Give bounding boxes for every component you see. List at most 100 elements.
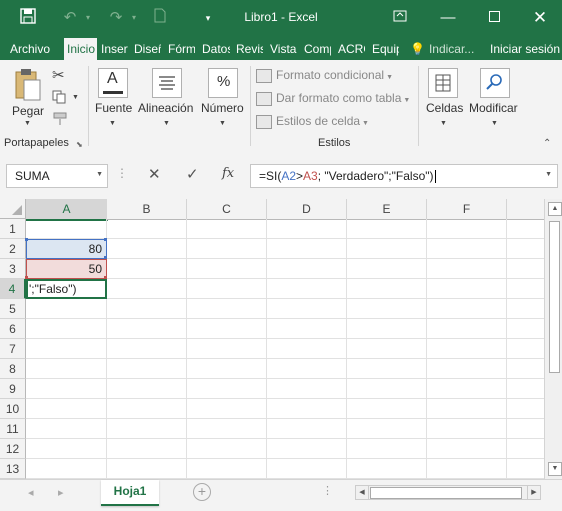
row-header-4[interactable]: 4	[0, 279, 26, 299]
name-box[interactable]: SUMA ▼	[6, 164, 108, 188]
column-header-c[interactable]: C	[187, 199, 267, 220]
row-header-1[interactable]: 1	[0, 219, 26, 239]
row-header-11[interactable]: 11	[0, 419, 26, 439]
number-dropdown-icon[interactable]: ▼	[219, 120, 226, 127]
column-header-b[interactable]: B	[107, 199, 187, 220]
insert-function-icon[interactable]: fx	[222, 166, 234, 181]
scroll-splitter-icon[interactable]: ⋮	[322, 484, 333, 497]
tab-complementos[interactable]: Complementos	[304, 38, 331, 60]
column-header-g[interactable]	[507, 199, 544, 220]
divider	[418, 66, 419, 146]
ribbon: Pegar ▼ ✂ ▼ Portapapeles ⬊ A Fuente ▼ Al…	[0, 60, 562, 154]
sheet-tab-hoja1[interactable]: Hoja1	[101, 480, 159, 506]
font-dropdown-icon[interactable]: ▼	[109, 120, 116, 127]
cells-button-label[interactable]: Celdas	[426, 101, 463, 115]
editing-dropdown-icon[interactable]: ▼	[491, 120, 498, 127]
formula-part: ; "Verdadero";"Falso")	[317, 169, 434, 183]
cell-styles-button[interactable]: Estilos de celda ▼	[256, 114, 369, 132]
row-header-6[interactable]: 6	[0, 319, 26, 339]
cut-icon[interactable]: ✂	[52, 66, 65, 84]
minimize-icon[interactable]: —	[438, 8, 458, 28]
collapse-ribbon-icon[interactable]: ⌃	[543, 138, 551, 149]
close-icon[interactable]: ✕	[530, 8, 550, 28]
tab-insertar[interactable]: Insertar	[101, 38, 128, 60]
row-header-2[interactable]: 2	[0, 239, 26, 259]
column-header-e[interactable]: E	[347, 199, 427, 220]
conditional-formatting-button[interactable]: Formato condicional ▼	[256, 68, 393, 86]
number-button-label[interactable]: Número	[201, 101, 244, 115]
copy-dropdown-icon[interactable]: ▼	[72, 94, 79, 101]
scroll-left-icon[interactable]: ◀	[356, 486, 369, 499]
alignment-button-label[interactable]: Alineación	[138, 101, 193, 115]
vertical-scroll-thumb[interactable]	[549, 221, 560, 373]
paste-dropdown-icon[interactable]: ▼	[24, 120, 31, 127]
maximize-icon[interactable]	[484, 8, 504, 28]
column-header-d[interactable]: D	[267, 199, 347, 220]
tab-archivo[interactable]: Archivo	[10, 38, 64, 60]
clipboard-group-label: Portapapeles	[4, 137, 69, 149]
row-header-5[interactable]: 5	[0, 299, 26, 319]
next-sheet-icon[interactable]: ▸	[58, 486, 64, 499]
sheet-tab-bar: ◂ ▸ Hoja1 + ⋮ ◀ ▶	[0, 479, 562, 511]
format-as-table-button[interactable]: Dar formato como tabla ▼	[256, 91, 410, 109]
copy-icon[interactable]	[52, 90, 68, 107]
scroll-down-icon[interactable]: ▼	[548, 462, 562, 476]
name-box-dropdown-icon[interactable]: ▼	[96, 171, 103, 178]
name-box-value: SUMA	[15, 169, 50, 183]
horizontal-scrollbar[interactable]: ◀ ▶	[355, 485, 541, 500]
vertical-scrollbar[interactable]: ▲ ▼	[544, 199, 562, 479]
font-button-label[interactable]: Fuente	[95, 101, 132, 115]
tell-me-search[interactable]: 💡 Indicar...	[410, 38, 480, 60]
cell-a4-active[interactable]: ';"Falso")	[26, 279, 107, 299]
add-sheet-icon[interactable]: +	[193, 483, 211, 501]
tab-inicio[interactable]: Inicio	[64, 38, 97, 60]
editing-button-label[interactable]: Modificar	[469, 101, 518, 115]
ribbon-display-options-icon[interactable]	[390, 8, 410, 28]
cells-dropdown-icon[interactable]: ▼	[440, 120, 447, 127]
expand-formula-bar-icon[interactable]: ▼	[545, 171, 552, 178]
number-format-icon[interactable]: %	[208, 68, 238, 98]
row-header-10[interactable]: 10	[0, 399, 26, 419]
cancel-icon[interactable]: ✕	[148, 165, 161, 183]
tab-datos[interactable]: Datos	[202, 38, 230, 60]
scroll-up-icon[interactable]: ▲	[548, 202, 562, 216]
formula-input[interactable]: =SI(A2>A3; "Verdadero";"Falso") ▼	[250, 164, 558, 188]
tab-acrobat[interactable]: ACROBAT	[338, 38, 365, 60]
enter-icon[interactable]: ✓	[186, 165, 199, 183]
sign-in-link[interactable]: Iniciar sesión	[490, 38, 562, 60]
formula-ref-a3: A3	[303, 169, 318, 183]
alignment-icon[interactable]	[152, 68, 182, 98]
previous-sheet-icon[interactable]: ◂	[28, 486, 34, 499]
select-all-corner[interactable]	[0, 199, 26, 219]
conditional-formatting-icon	[256, 68, 272, 83]
cell-a2[interactable]: 80	[26, 239, 107, 259]
tab-diseno[interactable]: Diseño	[134, 38, 161, 60]
alignment-dropdown-icon[interactable]: ▼	[163, 120, 170, 127]
tab-formulas[interactable]: Fórmulas	[168, 38, 195, 60]
paste-icon[interactable]	[14, 68, 42, 105]
column-header-a[interactable]: A	[26, 199, 108, 221]
search-icon[interactable]	[480, 68, 510, 98]
column-header-f[interactable]: F	[427, 199, 507, 220]
paste-button-label[interactable]: Pegar	[12, 104, 44, 118]
chevron-down-icon: ▼	[403, 97, 411, 104]
range-handle[interactable]	[104, 238, 107, 241]
font-icon[interactable]: A	[98, 68, 128, 98]
cells-icon[interactable]	[428, 68, 458, 98]
cell-a3[interactable]: 50	[26, 259, 107, 279]
clipboard-launcher-icon[interactable]: ⬊	[76, 140, 83, 149]
format-painter-icon[interactable]	[52, 112, 68, 129]
row-header-3[interactable]: 3	[0, 259, 26, 279]
row-header-12[interactable]: 12	[0, 439, 26, 459]
horizontal-scroll-thumb[interactable]	[370, 487, 522, 499]
range-handle[interactable]	[25, 238, 28, 241]
tab-equipo[interactable]: Equipo	[372, 38, 399, 60]
row-header-9[interactable]: 9	[0, 379, 26, 399]
scroll-right-icon[interactable]: ▶	[527, 486, 540, 499]
row-header-8[interactable]: 8	[0, 359, 26, 379]
tab-revisar[interactable]: Revisar	[236, 38, 263, 60]
conditional-formatting-label: Formato condicional	[276, 68, 385, 82]
row-header-13[interactable]: 13	[0, 459, 26, 479]
row-header-7[interactable]: 7	[0, 339, 26, 359]
tab-vista[interactable]: Vista	[270, 38, 298, 60]
